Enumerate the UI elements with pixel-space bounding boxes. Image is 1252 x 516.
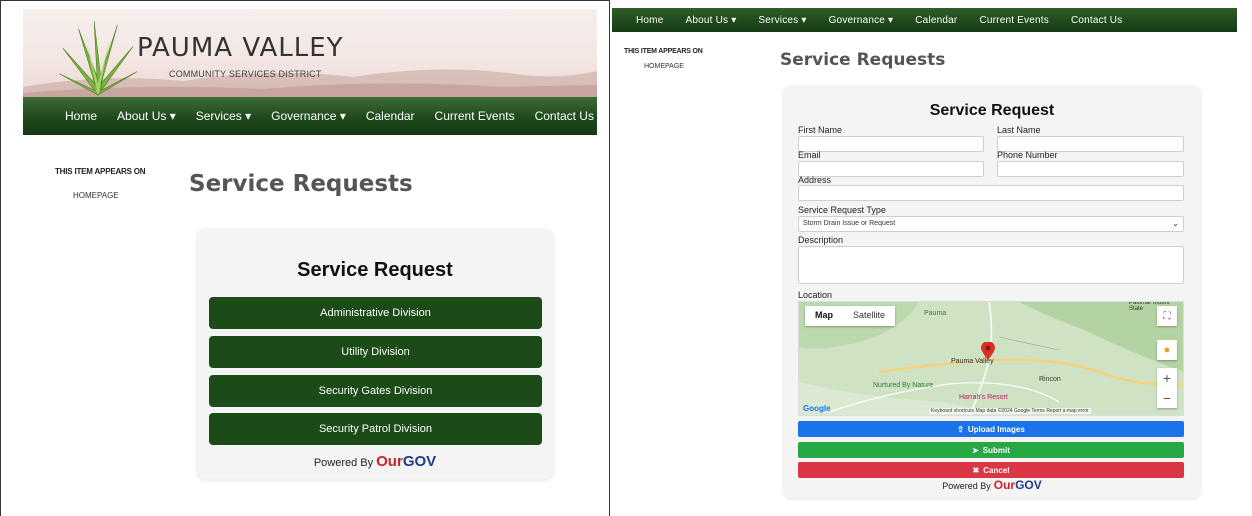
phone-input[interactable] [997, 161, 1184, 177]
upload-icon: ⇧ [957, 424, 964, 434]
map-label-pauma-valley: Pauma Valley [951, 358, 994, 365]
nav-calendar[interactable]: Calendar [915, 15, 957, 26]
main-nav: Home About Us ▾ Services ▾ Governance ▾ … [612, 8, 1237, 32]
map-label-rincon: Rincon [1039, 376, 1061, 383]
cancel-button[interactable]: ✖ Cancel [798, 462, 1184, 478]
ourgov-logo[interactable]: OurGOV [994, 478, 1042, 492]
map-tab-map[interactable]: Map [805, 306, 843, 326]
map-tab-satellite[interactable]: Satellite [843, 306, 895, 326]
description-label: Description [798, 235, 844, 245]
powered-by-label: Powered By [313, 457, 374, 469]
nav-governance[interactable]: Governance ▾ [271, 109, 346, 123]
service-request-form-card: Service Request First Name Last Name Ema… [784, 86, 1200, 498]
site-title: PAUMA VALLEY [137, 33, 344, 63]
google-logo: Google [803, 404, 831, 413]
request-type-label: Service Request Type [798, 205, 886, 215]
brand-gov: GOV [402, 453, 437, 470]
address-input[interactable] [798, 185, 1184, 201]
powered-by: Powered By OurGOV [784, 478, 1200, 492]
upload-images-label: Upload Images [967, 424, 1025, 434]
first-name-label: First Name [798, 125, 843, 135]
security-gates-division-button[interactable]: Security Gates Division [209, 375, 542, 407]
agave-logo-icon [59, 20, 137, 97]
ourgov-logo[interactable]: OurGOV [376, 453, 436, 470]
last-name-label: Last Name [997, 125, 1041, 135]
nav-governance[interactable]: Governance ▾ [829, 15, 894, 26]
right-screenshot-panel: Home About Us ▾ Services ▾ Governance ▾ … [612, 0, 1252, 516]
security-patrol-division-button[interactable]: Security Patrol Division [209, 413, 542, 445]
nav-current-events[interactable]: Current Events [435, 109, 515, 123]
nav-home[interactable]: Home [65, 109, 97, 123]
first-name-input[interactable] [798, 136, 984, 152]
location-map[interactable]: Map Satellite ⛶ ● + − Pauma Palomar Moun… [798, 301, 1184, 416]
nav-calendar[interactable]: Calendar [366, 109, 415, 123]
zoom-in-icon[interactable]: + [1157, 368, 1177, 388]
card-title: Service Request [297, 259, 453, 281]
address-label: Address [798, 175, 832, 185]
map-label-pauma: Pauma [924, 310, 947, 317]
map-attribution[interactable]: Keyboard shortcuts Map data ©2024 Google… [929, 408, 1091, 414]
brand-our: Our [993, 478, 1016, 492]
appears-on-homepage-link[interactable]: HOMEPAGE [73, 191, 119, 200]
nav-current-events[interactable]: Current Events [979, 15, 1049, 26]
card-title: Service Request [929, 102, 1055, 119]
request-type-value: Storm Drain Issue or Request [803, 220, 896, 227]
phone-label: Phone Number [997, 150, 1058, 160]
nav-contact-us[interactable]: Contact Us [1071, 15, 1122, 26]
left-screenshot-panel: PAUMA VALLEY COMMUNITY SERVICES DISTRICT… [0, 0, 610, 516]
nav-contact-us[interactable]: Contact Us [535, 109, 594, 123]
description-textarea[interactable] [798, 246, 1184, 284]
nav-home[interactable]: Home [636, 15, 663, 26]
service-request-card: Service Request Administrative Division … [197, 229, 553, 479]
utility-division-button[interactable]: Utility Division [209, 336, 542, 368]
pegman-icon[interactable]: ● [1157, 340, 1177, 360]
administrative-division-button[interactable]: Administrative Division [209, 297, 542, 329]
location-label: Location [798, 290, 833, 300]
submit-button[interactable]: ➤ Submit [798, 442, 1184, 458]
chevron-down-icon: ⌄ [1172, 219, 1179, 228]
appears-on-homepage-link[interactable]: HOMEPAGE [644, 63, 684, 70]
nav-about-us[interactable]: About Us ▾ [685, 15, 736, 26]
map-label-nurtured: Nurtured By Nature [873, 382, 934, 389]
paper-plane-icon: ➤ [972, 445, 979, 455]
cancel-label: Cancel [983, 465, 1010, 475]
nav-about-us[interactable]: About Us ▾ [117, 109, 176, 123]
page-title: Service Requests [780, 50, 946, 70]
site-header-banner: PAUMA VALLEY COMMUNITY SERVICES DISTRICT [23, 9, 597, 99]
close-icon: ✖ [972, 465, 980, 475]
site-subtitle: COMMUNITY SERVICES DISTRICT [169, 69, 322, 79]
zoom-out-icon[interactable]: − [1157, 388, 1177, 408]
nav-services[interactable]: Services ▾ [758, 15, 806, 26]
powered-by-label: Powered By [942, 481, 991, 491]
request-type-select[interactable]: Storm Drain Issue or Request ⌄ [798, 216, 1184, 232]
upload-images-button[interactable]: ⇧ Upload Images [798, 421, 1184, 437]
appears-on-label: THIS ITEM APPEARS ON [55, 167, 146, 176]
submit-label: Submit [982, 445, 1010, 455]
appears-on-label: THIS ITEM APPEARS ON [624, 48, 703, 55]
powered-by: Powered By OurGOV [197, 453, 553, 470]
map-type-tabs: Map Satellite [805, 306, 896, 326]
brand-gov: GOV [1015, 478, 1042, 492]
page-title: Service Requests [189, 171, 413, 197]
nav-services[interactable]: Services ▾ [196, 109, 251, 123]
email-label: Email [798, 150, 821, 160]
map-label-palomar: Palomar Mount State [1129, 301, 1170, 312]
brand-our: Our [376, 453, 403, 470]
zoom-controls: + − [1157, 368, 1177, 408]
map-label-harrahs: Harrah's Resort [959, 394, 1008, 401]
main-nav: Home About Us ▾ Services ▾ Governance ▾ … [23, 97, 597, 135]
